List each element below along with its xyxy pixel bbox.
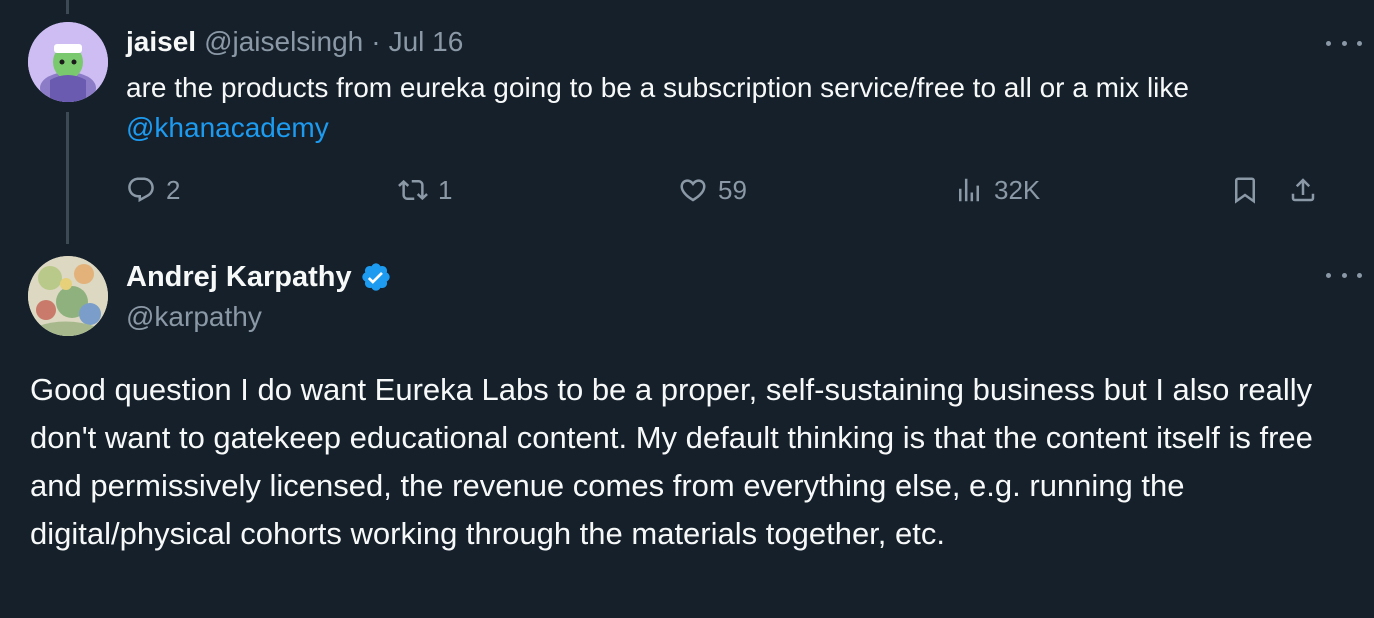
main-tweet-text: Good question I do want Eureka Labs to b…	[30, 372, 1313, 551]
main-author-name[interactable]: Andrej Karpathy	[126, 261, 352, 294]
meta-separator: ·	[371, 26, 381, 57]
heart-icon	[680, 179, 706, 202]
reply-header: jaisel @jaiselsingh · Jul 16	[126, 24, 463, 60]
speech-bubble-icon	[128, 177, 154, 203]
bookmark-button[interactable]	[1230, 170, 1260, 210]
main-more-options-icon[interactable]	[1326, 265, 1362, 285]
bookmark-icon	[1235, 177, 1255, 204]
like-count: 59	[718, 174, 747, 205]
dot	[1357, 272, 1362, 278]
avatar-image	[28, 22, 108, 102]
reply-count: 2	[166, 174, 181, 205]
like-button[interactable]: 59	[678, 170, 747, 210]
avatar-jaisel[interactable]	[28, 22, 108, 102]
main-author-handle[interactable]: @karpathy	[126, 298, 262, 336]
mention-link[interactable]: @khanacademy	[126, 112, 329, 143]
share-button[interactable]	[1288, 170, 1318, 210]
dot	[1341, 272, 1347, 278]
thread-line-top	[66, 0, 69, 14]
views-button[interactable]: 32K	[954, 170, 1040, 210]
dot	[1326, 40, 1331, 46]
reply-button[interactable]: 2	[126, 170, 180, 210]
reply-author-handle[interactable]: @jaiselsingh	[204, 26, 363, 58]
reply-text-body: are the products from eureka going to be…	[126, 72, 1189, 103]
dot	[1357, 40, 1362, 46]
avatar-image	[28, 256, 108, 336]
verified-badge-icon[interactable]	[360, 261, 392, 293]
retweet-icon	[398, 179, 428, 201]
main-author-row: Andrej Karpathy	[126, 258, 392, 296]
thread-line	[66, 112, 69, 244]
reply-date[interactable]: Jul 16	[389, 26, 464, 58]
retweet-count: 1	[438, 174, 453, 205]
bar-chart-icon	[959, 178, 979, 202]
dot	[1341, 40, 1347, 46]
retweet-button[interactable]: 1	[398, 170, 452, 210]
reply-action-bar: 2 1 59 32K	[126, 170, 1336, 210]
share-icon	[1291, 178, 1315, 202]
dot	[1326, 272, 1331, 278]
avatar-karpathy[interactable]	[28, 256, 108, 336]
view-count: 32K	[994, 174, 1041, 205]
reply-text: are the products from eureka going to be…	[126, 68, 1326, 148]
reply-author-name[interactable]: jaisel	[126, 26, 196, 58]
reply-more-options-icon[interactable]	[1326, 33, 1362, 53]
